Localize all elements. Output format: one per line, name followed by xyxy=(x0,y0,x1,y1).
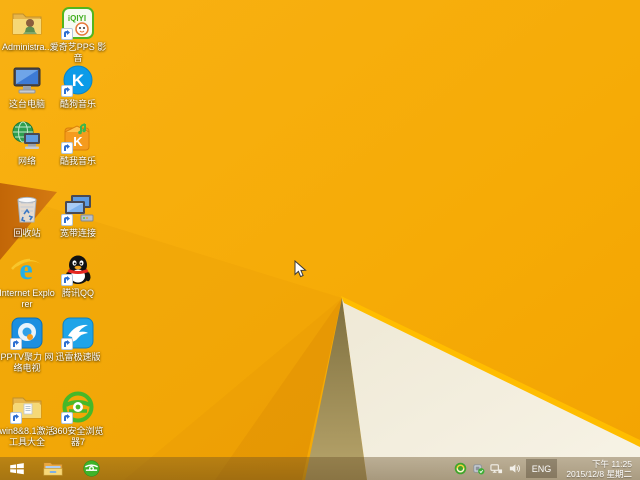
recycle-bin-icon xyxy=(10,192,44,226)
network-tray-icon[interactable] xyxy=(490,462,503,475)
icon-label: PPTV聚力 网络电视 xyxy=(0,352,56,374)
desktop-icon-win8-tools[interactable]: win8&8.1激活工具大全 xyxy=(0,390,56,448)
clock-time: 下午 11:25 xyxy=(566,459,632,469)
desktop-icon-thunder[interactable]: 迅雷极速版 xyxy=(49,316,107,363)
shortcut-arrow-icon xyxy=(61,338,73,350)
icon-label: 迅雷极速版 xyxy=(55,352,100,363)
icon-label: 网络 xyxy=(18,156,36,167)
thunder-bird-icon xyxy=(61,316,95,350)
folder-icon xyxy=(10,390,44,424)
shortcut-arrow-icon xyxy=(61,85,73,97)
user-folder-icon xyxy=(10,6,44,40)
iqiyi-icon: iQIYI xyxy=(61,6,95,40)
icon-label: 这台电脑 xyxy=(9,99,45,110)
broadband-connection-icon xyxy=(61,192,95,226)
kugou-icon: K xyxy=(61,63,95,97)
desktop-icon-ie[interactable]: e Internet Explorer xyxy=(0,252,56,310)
desktop-icon-kugou[interactable]: K 酷狗音乐 xyxy=(49,63,107,110)
taskbar-file-explorer[interactable] xyxy=(34,457,72,480)
shortcut-arrow-icon xyxy=(61,142,73,154)
svg-text:K: K xyxy=(72,71,85,90)
volume-tray-icon[interactable] xyxy=(508,462,521,475)
shortcut-arrow-icon xyxy=(10,338,22,350)
taskbar: ENG 下午 11:25 2015/12/8 星期二 xyxy=(0,457,640,480)
icon-label: win8&8.1激活工具大全 xyxy=(0,426,56,448)
shortcut-arrow-icon xyxy=(61,412,73,424)
language-label: ENG xyxy=(532,464,552,474)
icon-label: Internet Explorer xyxy=(0,288,56,310)
pptv-icon xyxy=(10,316,44,350)
svg-text:e: e xyxy=(19,253,32,286)
360-browser-icon xyxy=(82,459,101,478)
desktop-icon-this-pc[interactable]: 这台电脑 xyxy=(0,63,56,110)
windows-logo-icon xyxy=(8,460,26,477)
icon-label: 宽带连接 xyxy=(60,228,96,239)
360-antivirus-tray-icon[interactable] xyxy=(454,462,467,475)
computer-icon xyxy=(10,63,44,97)
clock-date: 2015/12/8 星期二 xyxy=(566,469,632,479)
desktop-icon-qq[interactable]: 腾讯QQ xyxy=(49,252,107,299)
network-globe-icon xyxy=(10,120,44,154)
desktop-icon-iqiyi[interactable]: iQIYI 爱奇艺PPS 影音 xyxy=(49,6,107,64)
desktop-icon-broadband[interactable]: 宽带连接 xyxy=(49,192,107,239)
safely-remove-hardware-tray-icon[interactable] xyxy=(472,462,485,475)
qq-penguin-icon xyxy=(61,252,95,286)
desktop-icon-administrator[interactable]: Administra... xyxy=(0,6,56,53)
system-tray: ENG 下午 11:25 2015/12/8 星期二 xyxy=(454,457,640,480)
internet-explorer-icon: e xyxy=(10,252,44,286)
svg-text:K: K xyxy=(73,134,83,149)
taskbar-360-browser[interactable] xyxy=(72,457,110,480)
shortcut-arrow-icon xyxy=(61,28,73,40)
icon-label: 酷狗音乐 xyxy=(60,99,96,110)
desktop-icon-360-browser[interactable]: 360安全浏览器7 xyxy=(49,390,107,448)
icon-label: 腾讯QQ xyxy=(62,288,94,299)
start-button[interactable] xyxy=(0,457,34,480)
icon-label: Administra... xyxy=(2,42,52,53)
desktop-icon-pptv[interactable]: PPTV聚力 网络电视 xyxy=(0,316,56,374)
file-explorer-icon xyxy=(43,460,63,477)
svg-text:iQIYI: iQIYI xyxy=(68,14,86,23)
shortcut-arrow-icon xyxy=(61,214,73,226)
taskbar-clock[interactable]: 下午 11:25 2015/12/8 星期二 xyxy=(562,459,636,479)
shortcut-arrow-icon xyxy=(10,412,22,424)
icon-label: 360安全浏览器7 xyxy=(49,426,107,448)
language-indicator[interactable]: ENG xyxy=(526,459,558,478)
desktop-icon-kuwo[interactable]: K 酷我音乐 xyxy=(49,120,107,167)
desktop: Administra... iQIYI 爱奇艺PPS 影音 xyxy=(0,0,640,480)
icon-label: 回收站 xyxy=(13,228,40,239)
desktop-icon-network[interactable]: 网络 xyxy=(0,120,56,167)
shortcut-arrow-icon xyxy=(61,274,73,286)
kuwo-icon: K xyxy=(61,120,95,154)
desktop-icon-recycle-bin[interactable]: 回收站 xyxy=(0,192,56,239)
360-browser-icon xyxy=(61,390,95,424)
icon-label: 酷我音乐 xyxy=(60,156,96,167)
icon-label: 爱奇艺PPS 影音 xyxy=(49,42,107,64)
